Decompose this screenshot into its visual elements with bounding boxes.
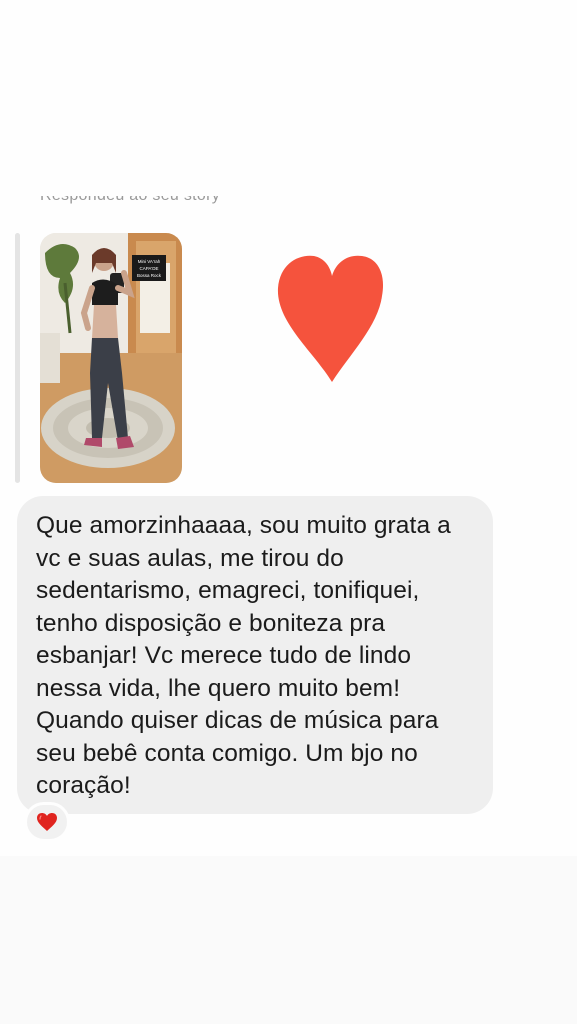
reaction-badge[interactable] (24, 802, 70, 842)
reply-indicator-bar (15, 233, 20, 483)
story-photo: Mini VA'rah CAPA'DE Bossa Rock (40, 233, 182, 483)
message-bubble[interactable]: Que amorzinhaaaa, sou muito grata a vc e… (17, 496, 493, 814)
reply-caption-text: Respondeu ao seu story (40, 196, 220, 204)
story-sign-line-2: CAPA'DE (139, 266, 158, 271)
bottom-blank-area (0, 856, 577, 1024)
top-blank-area (0, 0, 577, 208)
red-heart-icon (37, 813, 57, 831)
reply-caption: Respondeu ao seu story (40, 196, 220, 212)
heart-sticker-icon (277, 255, 384, 382)
story-sign-line-3: Bossa Rock (137, 273, 162, 278)
story-thumbnail[interactable]: Mini VA'rah CAPA'DE Bossa Rock (40, 233, 182, 483)
message-text: Que amorzinhaaaa, sou muito grata a vc e… (36, 512, 451, 799)
story-sign-line-1: Mini VA'rah (138, 259, 161, 264)
